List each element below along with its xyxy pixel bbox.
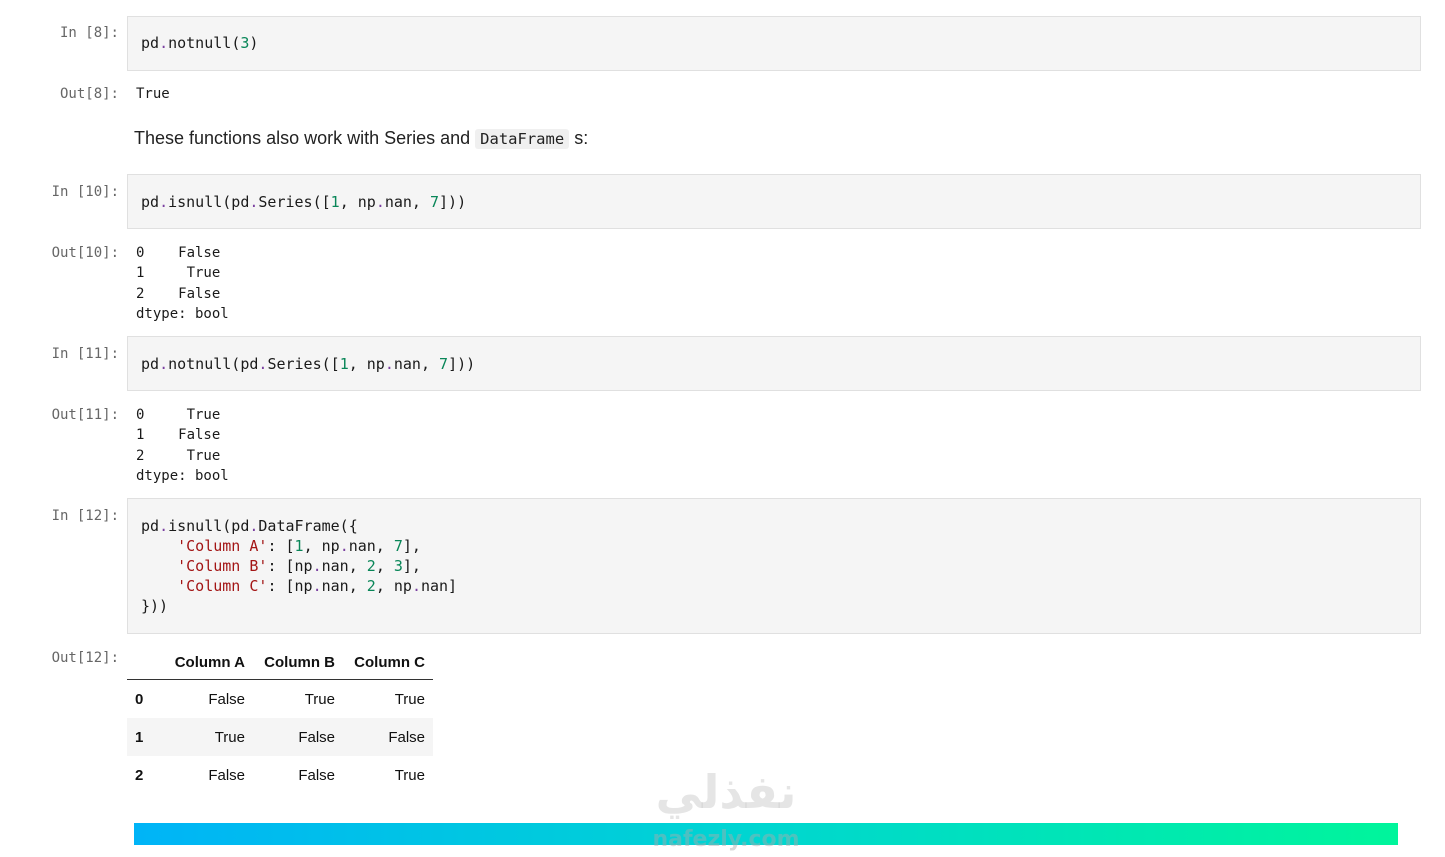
table-cell: True xyxy=(304,690,335,708)
code-line: pd.isnull(pd.Series([1, np.nan, 7])) xyxy=(141,193,467,211)
row-index: 2 xyxy=(135,766,144,784)
in-prompt-12: In [12]: xyxy=(51,508,119,524)
code-line: pd.notnull(3) xyxy=(141,34,259,52)
out-prompt-10: Out[10]: xyxy=(51,245,119,261)
in-prompt-10: In [10]: xyxy=(51,184,119,200)
column-header: Column C xyxy=(343,645,433,680)
table-cell: True xyxy=(394,766,425,784)
output-11: 0 True 1 False 2 True dtype: bool xyxy=(136,407,229,484)
output-10: 0 False 1 True 2 False dtype: bool xyxy=(136,245,229,322)
table-row: 0 False True True xyxy=(127,680,433,719)
row-index: 0 xyxy=(135,690,144,708)
code-line: pd.notnull(pd.Series([1, np.nan, 7])) xyxy=(141,355,476,373)
table-header-row: Column A Column B Column C xyxy=(127,645,433,680)
inline-code: DataFrame xyxy=(475,129,570,149)
column-header: Column A xyxy=(161,645,253,680)
markdown-text: These functions also work with Series an… xyxy=(134,128,589,149)
dataframe-table: Column A Column B Column C 0 False True … xyxy=(127,645,433,794)
code-block: pd.isnull(pd.DataFrame({ 'Column A': [1,… xyxy=(141,517,458,615)
column-header: Column B xyxy=(253,645,343,680)
output-8: True xyxy=(136,86,170,102)
table-cell: False xyxy=(388,728,425,746)
out-prompt-8: Out[8]: xyxy=(59,86,119,102)
table-cell: False xyxy=(298,728,335,746)
code-cell-8[interactable] xyxy=(127,16,1421,71)
table-cell: False xyxy=(208,766,245,784)
out-prompt-12: Out[12]: xyxy=(51,650,119,666)
table-cell: True xyxy=(394,690,425,708)
table-row: 1 True False False xyxy=(127,718,433,756)
out-prompt-11: Out[11]: xyxy=(51,407,119,423)
row-index: 1 xyxy=(135,728,144,746)
watermark-url: nafezly.com xyxy=(652,827,800,852)
table-row: 2 False False True xyxy=(127,756,433,794)
index-header xyxy=(127,645,161,680)
table-cell: True xyxy=(214,728,245,746)
in-prompt-8: In [8]: xyxy=(59,25,119,41)
watermark-arabic: نفذلي xyxy=(655,765,797,819)
in-prompt-11: In [11]: xyxy=(51,346,119,362)
table-cell: False xyxy=(298,766,335,784)
table-cell: False xyxy=(208,690,245,708)
